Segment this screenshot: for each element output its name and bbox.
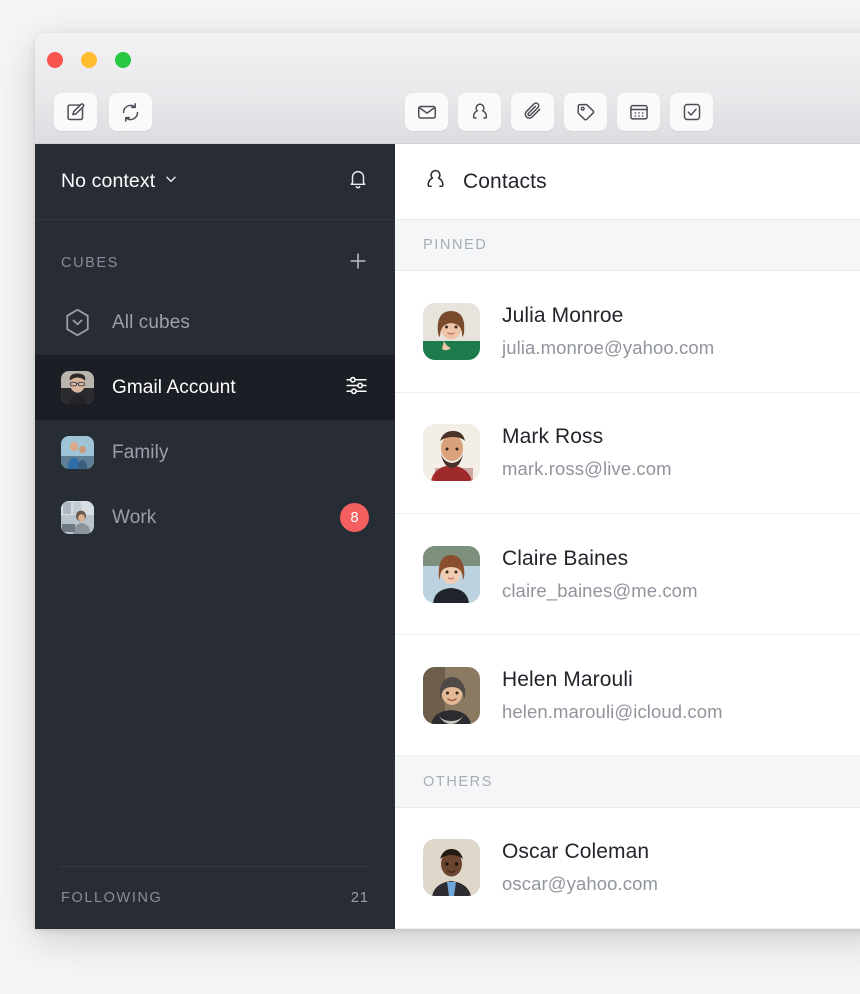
bell-icon [347, 168, 369, 195]
compose-icon [65, 102, 86, 123]
content-header: Contacts [395, 144, 860, 220]
contact-name: Mark Ross [502, 425, 604, 449]
contact-email: claire_baines@me.com [502, 579, 698, 601]
calendar-icon [628, 101, 650, 123]
window-body: No context CUBES All cubes Gmail Account… [35, 144, 860, 929]
section-header-others: OTHERS [395, 756, 860, 808]
contact-info: Oscar Coleman oscar@yahoo.com [502, 840, 658, 895]
avatar [61, 501, 94, 534]
contact-name: Oscar Coleman [502, 840, 650, 864]
contact-row[interactable]: Mark Ross mark.ross@live.com [395, 392, 860, 514]
toolbar-left [54, 93, 152, 131]
sidebar-item-family[interactable]: Family [35, 420, 395, 485]
following-label: FOLLOWING [61, 890, 163, 906]
minimize-button[interactable] [81, 52, 97, 68]
sidebar-item-all-cubes[interactable]: All cubes [35, 290, 395, 355]
contact-email: julia.monroe@yahoo.com [502, 337, 715, 359]
context-switcher[interactable]: No context [61, 170, 347, 193]
section-header-pinned: PINNED [395, 220, 860, 272]
contact-name: Claire Baines [502, 546, 629, 570]
cubes-section-label: CUBES [61, 255, 119, 271]
envelope-icon [416, 101, 438, 123]
contact-email: mark.ross@live.com [502, 458, 672, 480]
contact-row[interactable]: Helen Marouli helen.marouli@icloud.com [395, 635, 860, 757]
sync-button[interactable] [109, 93, 152, 131]
zoom-button[interactable] [115, 52, 131, 68]
contact-info: Julia Monroe julia.monroe@yahoo.com [502, 304, 714, 359]
notifications-button[interactable] [347, 168, 369, 195]
traffic-lights [47, 52, 131, 68]
checkbox-icon [681, 101, 703, 123]
contact-name: Helen Marouli [502, 667, 633, 691]
contact-info: Mark Ross mark.ross@live.com [502, 425, 672, 480]
sidebar-item-label: Family [112, 441, 169, 463]
sidebar-item-label: Gmail Account [112, 376, 236, 398]
contacts-tab[interactable] [458, 93, 501, 131]
content-panel: Contacts PINNED Julia Monroe julia.monro… [395, 144, 860, 929]
avatar [61, 436, 94, 469]
sidebar: No context CUBES All cubes Gmail Account… [35, 144, 395, 929]
avatar [423, 424, 480, 482]
person-icon [469, 101, 491, 123]
cubes-section-header: CUBES [35, 236, 395, 290]
context-bar: No context [35, 144, 395, 220]
person-icon [423, 167, 448, 197]
sliders-icon [344, 373, 369, 403]
sidebar-item-work[interactable]: Work 8 [35, 485, 395, 550]
contact-info: Helen Marouli helen.marouli@icloud.com [502, 668, 723, 723]
sidebar-item-label: Work [112, 506, 157, 528]
avatar [423, 839, 480, 897]
plus-icon [347, 250, 369, 277]
avatar [423, 666, 480, 724]
contact-row[interactable]: Claire Baines claire_baines@me.com [395, 513, 860, 636]
tag-icon [575, 101, 597, 123]
close-button[interactable] [47, 52, 63, 68]
sync-icon [120, 102, 141, 123]
unread-badge: 8 [340, 503, 369, 532]
calendar-tab[interactable] [617, 93, 660, 131]
toolbar-center [405, 93, 713, 131]
contact-email: oscar@yahoo.com [502, 873, 659, 895]
avatar [423, 303, 480, 361]
chevron-down-icon [164, 172, 178, 191]
sidebar-item-gmail-account[interactable]: Gmail Account [35, 355, 395, 420]
labels-tab[interactable] [564, 93, 607, 131]
contact-name: Julia Monroe [502, 304, 624, 328]
titlebar [35, 33, 860, 144]
contact-info: Claire Baines claire_baines@me.com [502, 547, 698, 602]
context-label: No context [61, 170, 156, 192]
mail-tab[interactable] [405, 93, 448, 131]
attachments-tab[interactable] [511, 93, 554, 131]
compose-button[interactable] [54, 93, 97, 131]
avatar [423, 545, 480, 603]
contact-row[interactable]: Julia Monroe julia.monroe@yahoo.com [395, 271, 860, 393]
page-title: Contacts [463, 169, 547, 193]
following-section: FOLLOWING 21 [61, 866, 369, 929]
tasks-tab[interactable] [670, 93, 713, 131]
following-header[interactable]: FOLLOWING 21 [61, 867, 369, 929]
avatar [61, 371, 94, 404]
paperclip-icon [522, 101, 544, 123]
contact-email: helen.marouli@icloud.com [502, 700, 723, 722]
following-count: 21 [350, 890, 369, 906]
contact-row[interactable]: Oscar Coleman oscar@yahoo.com [395, 807, 860, 929]
add-cube-button[interactable] [347, 250, 369, 277]
hexagon-icon [61, 308, 94, 337]
sidebar-item-label: All cubes [112, 311, 190, 333]
cube-settings-button[interactable] [344, 373, 369, 403]
app-window: No context CUBES All cubes Gmail Account… [35, 33, 860, 929]
